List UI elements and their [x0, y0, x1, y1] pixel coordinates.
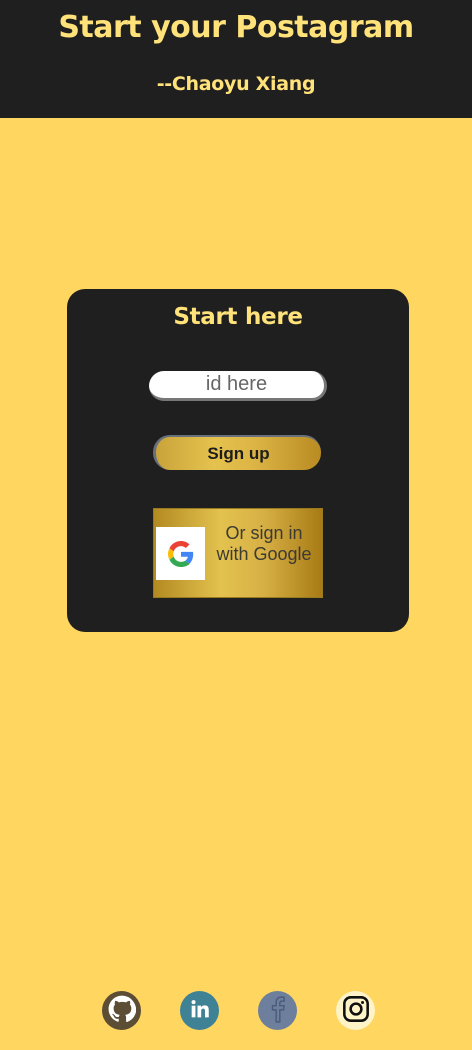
linkedin-icon [190, 999, 210, 1023]
signup-button[interactable]: Sign up [153, 435, 321, 470]
signin-card: Start here Sign up Or sign in with Googl… [67, 289, 409, 632]
author-subtitle: --Chaoyu Xiang [156, 73, 316, 95]
instagram-icon [342, 995, 370, 1027]
linkedin-link[interactable] [180, 991, 219, 1030]
page-title: Start your Postagram [58, 10, 414, 45]
instagram-link[interactable] [336, 991, 375, 1030]
social-links [0, 991, 472, 1031]
id-input[interactable] [149, 371, 327, 401]
google-signin-button[interactable]: Or sign in with Google [153, 508, 323, 598]
google-icon [156, 527, 205, 580]
card-title: Start here [173, 304, 303, 330]
facebook-link[interactable] [258, 991, 297, 1030]
github-link[interactable] [102, 991, 141, 1030]
google-signin-label: Or sign in with Google [216, 523, 312, 564]
facebook-icon [267, 995, 289, 1027]
app-header: Start your Postagram --Chaoyu Xiang [0, 0, 472, 118]
github-icon [108, 995, 136, 1027]
